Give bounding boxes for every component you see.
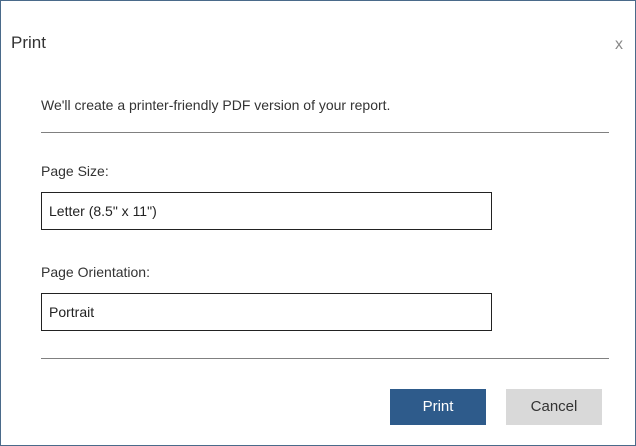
dialog-description: We'll create a printer-friendly PDF vers… <box>41 97 391 113</box>
print-dialog: Print x We'll create a printer-friendly … <box>0 0 636 446</box>
page-orientation-value: Portrait <box>49 304 95 320</box>
bottom-divider <box>41 358 609 359</box>
top-divider <box>41 132 609 133</box>
print-button[interactable]: Print <box>390 389 486 425</box>
close-icon[interactable]: x <box>615 36 623 54</box>
page-size-value: Letter (8.5" x 11") <box>49 203 157 219</box>
dialog-title: Print <box>11 33 46 52</box>
page-size-label: Page Size: <box>41 163 109 179</box>
page-orientation-label: Page Orientation: <box>41 264 150 280</box>
cancel-button[interactable]: Cancel <box>506 389 602 425</box>
page-orientation-select[interactable]: Portrait <box>41 293 492 331</box>
page-size-select[interactable]: Letter (8.5" x 11") <box>41 192 492 230</box>
